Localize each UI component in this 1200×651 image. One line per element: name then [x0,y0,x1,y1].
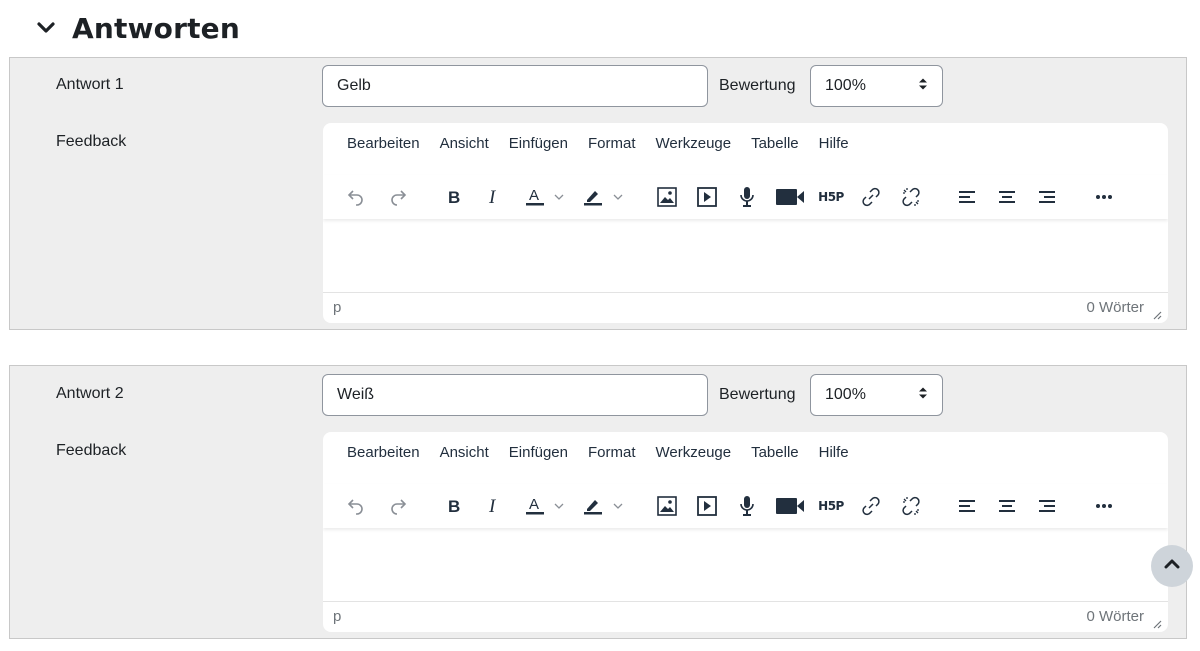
chevron-down-icon[interactable] [550,492,568,520]
grade-value: 100% [825,386,866,403]
svg-text:B: B [448,497,460,516]
link-icon[interactable] [857,492,885,520]
undo-icon[interactable] [342,183,370,211]
scroll-to-top-button[interactable] [1151,545,1193,587]
menu-hilfe[interactable]: Hilfe [809,135,859,152]
svg-text:A: A [529,496,539,513]
element-path[interactable]: p [333,299,341,316]
feedback-label: Feedback [56,133,127,150]
align-left-icon[interactable] [953,492,981,520]
menu-einfuegen[interactable]: Einfügen [499,135,578,152]
element-path[interactable]: p [333,608,341,625]
answer-text-input[interactable]: Weiß [322,374,708,416]
svg-text:B: B [448,188,460,207]
menu-format[interactable]: Format [578,135,646,152]
text-color-icon[interactable]: A [521,492,549,520]
section-header[interactable]: Antworten [36,8,240,48]
highlight-icon[interactable] [579,492,607,520]
select-arrows-icon [918,386,928,405]
chevron-down-icon[interactable] [550,183,568,211]
image-icon[interactable] [653,183,681,211]
more-icon[interactable] [1090,183,1118,211]
editor-content-area[interactable] [323,532,1168,602]
video-camera-icon[interactable] [774,492,806,520]
answer-label: Antwort 1 [56,76,124,93]
menu-ansicht[interactable]: Ansicht [430,444,499,461]
svg-text:A: A [529,187,539,204]
chevron-down-icon[interactable] [609,183,627,211]
microphone-icon[interactable] [733,183,761,211]
select-arrows-icon [918,77,928,96]
grade-label: Bewertung [719,386,796,403]
editor-content-area[interactable] [323,223,1168,293]
grade-select[interactable]: 100% [810,374,943,416]
resize-handle-icon[interactable] [1150,307,1162,320]
h5p-icon[interactable]: H5P [815,492,847,520]
menu-bearbeiten[interactable]: Bearbeiten [337,444,430,461]
editor-statusbar: p 0 Wörter [323,601,1168,632]
answer-block-2: Antwort 2 Weiß Bewertung 100% Feedback B… [9,365,1187,639]
align-center-icon[interactable] [993,183,1021,211]
menu-werkzeuge[interactable]: Werkzeuge [646,444,742,461]
answer-block-1: Antwort 1 Gelb Bewertung 100% Feedback B… [9,57,1187,330]
editor-statusbar: p 0 Wörter [323,292,1168,323]
resize-handle-icon[interactable] [1150,616,1162,629]
svg-text:I: I [488,187,497,208]
video-camera-icon[interactable] [774,183,806,211]
media-icon[interactable] [693,183,721,211]
chevron-up-icon [1164,557,1180,575]
menu-tabelle[interactable]: Tabelle [741,444,809,461]
grade-label: Bewertung [719,77,796,94]
editor-menubar: Bearbeiten Ansicht Einfügen Format Werkz… [323,432,1168,472]
bold-icon[interactable]: B [440,183,468,211]
highlight-icon[interactable] [579,183,607,211]
menu-format[interactable]: Format [578,444,646,461]
bold-icon[interactable]: B [440,492,468,520]
media-icon[interactable] [693,492,721,520]
answer-text-input[interactable]: Gelb [322,65,708,107]
more-icon[interactable] [1090,492,1118,520]
image-icon[interactable] [653,492,681,520]
align-right-icon[interactable] [1033,183,1061,211]
align-center-icon[interactable] [993,492,1021,520]
editor-toolbar: B I A H5P [323,175,1168,219]
word-count[interactable]: 0 Wörter [1086,608,1144,625]
italic-icon[interactable]: I [479,492,507,520]
unlink-icon[interactable] [897,183,925,211]
redo-icon[interactable] [384,492,412,520]
microphone-icon[interactable] [733,492,761,520]
chevron-down-icon[interactable] [609,492,627,520]
menu-hilfe[interactable]: Hilfe [809,444,859,461]
grade-value: 100% [825,77,866,94]
answer-label: Antwort 2 [56,385,124,402]
answer-text-value: Weiß [337,386,375,403]
editor-menubar: Bearbeiten Ansicht Einfügen Format Werkz… [323,123,1168,163]
grade-select[interactable]: 100% [810,65,943,107]
link-icon[interactable] [857,183,885,211]
feedback-label: Feedback [56,442,127,459]
answer-text-value: Gelb [337,77,371,94]
feedback-editor[interactable]: Bearbeiten Ansicht Einfügen Format Werkz… [323,123,1168,323]
editor-toolbar: B I A H5P [323,484,1168,528]
menu-ansicht[interactable]: Ansicht [430,135,499,152]
chevron-down-icon[interactable] [36,18,56,38]
unlink-icon[interactable] [897,492,925,520]
h5p-text: H5P [818,190,844,204]
align-left-icon[interactable] [953,183,981,211]
text-color-icon[interactable]: A [521,183,549,211]
redo-icon[interactable] [384,183,412,211]
svg-text:I: I [488,496,497,517]
undo-icon[interactable] [342,492,370,520]
menu-tabelle[interactable]: Tabelle [741,135,809,152]
align-right-icon[interactable] [1033,492,1061,520]
word-count[interactable]: 0 Wörter [1086,299,1144,316]
menu-einfuegen[interactable]: Einfügen [499,444,578,461]
h5p-icon[interactable]: H5P [815,183,847,211]
menu-werkzeuge[interactable]: Werkzeuge [646,135,742,152]
feedback-editor[interactable]: Bearbeiten Ansicht Einfügen Format Werkz… [323,432,1168,632]
section-title: Antworten [72,11,241,45]
italic-icon[interactable]: I [479,183,507,211]
menu-bearbeiten[interactable]: Bearbeiten [337,135,430,152]
h5p-text: H5P [818,499,844,513]
